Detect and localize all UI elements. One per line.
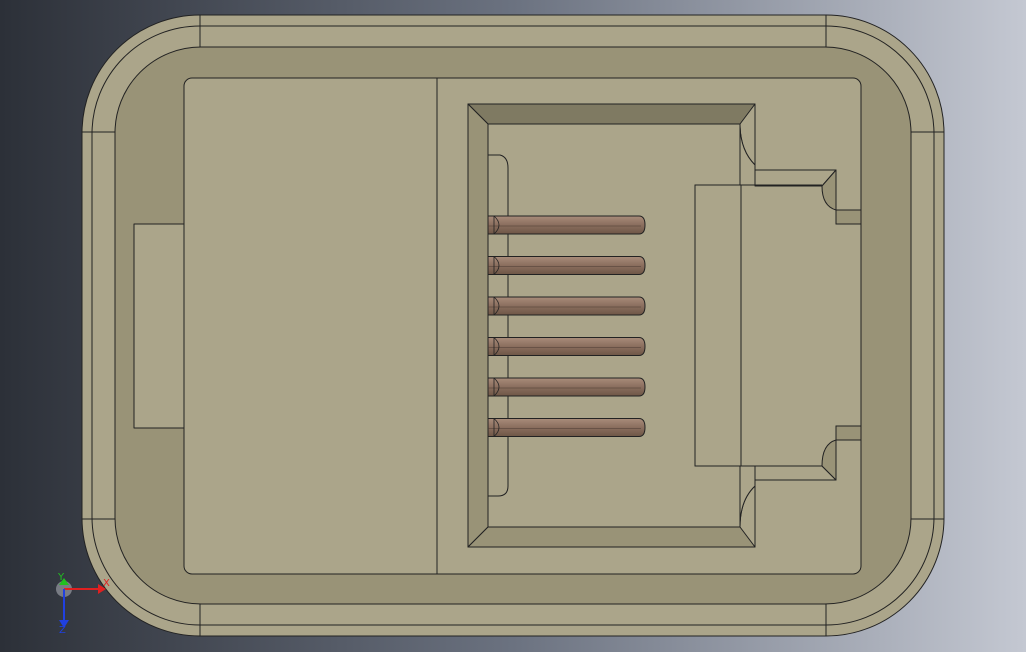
cavity-bottom-wall <box>467 526 756 548</box>
contact-pin[interactable] <box>487 296 646 316</box>
contact-pin-body <box>487 296 646 316</box>
triad-x-label: X <box>103 578 110 589</box>
contact-pin-body <box>487 377 646 397</box>
cavity-top-wall <box>467 103 756 125</box>
triad-z-label: Z <box>59 625 66 636</box>
contact-pin-body <box>487 256 646 275</box>
pin-comb <box>487 154 509 497</box>
cad-viewport[interactable]: X Y Z <box>0 0 1026 652</box>
latch-tab[interactable] <box>133 223 186 429</box>
triad-y-label: Y <box>57 572 65 583</box>
contact-pin[interactable] <box>487 256 646 275</box>
latch-window[interactable] <box>694 184 742 467</box>
contact-pin-body <box>487 337 646 356</box>
contact-pin[interactable] <box>487 377 646 397</box>
contact-pin[interactable] <box>487 215 646 235</box>
cavity-left-wall <box>467 103 489 548</box>
contact-pin[interactable] <box>487 418 646 437</box>
contact-pin-body <box>487 215 646 235</box>
connector-model[interactable] <box>81 14 945 637</box>
contact-pin[interactable] <box>487 337 646 356</box>
contact-pin-body <box>487 418 646 437</box>
